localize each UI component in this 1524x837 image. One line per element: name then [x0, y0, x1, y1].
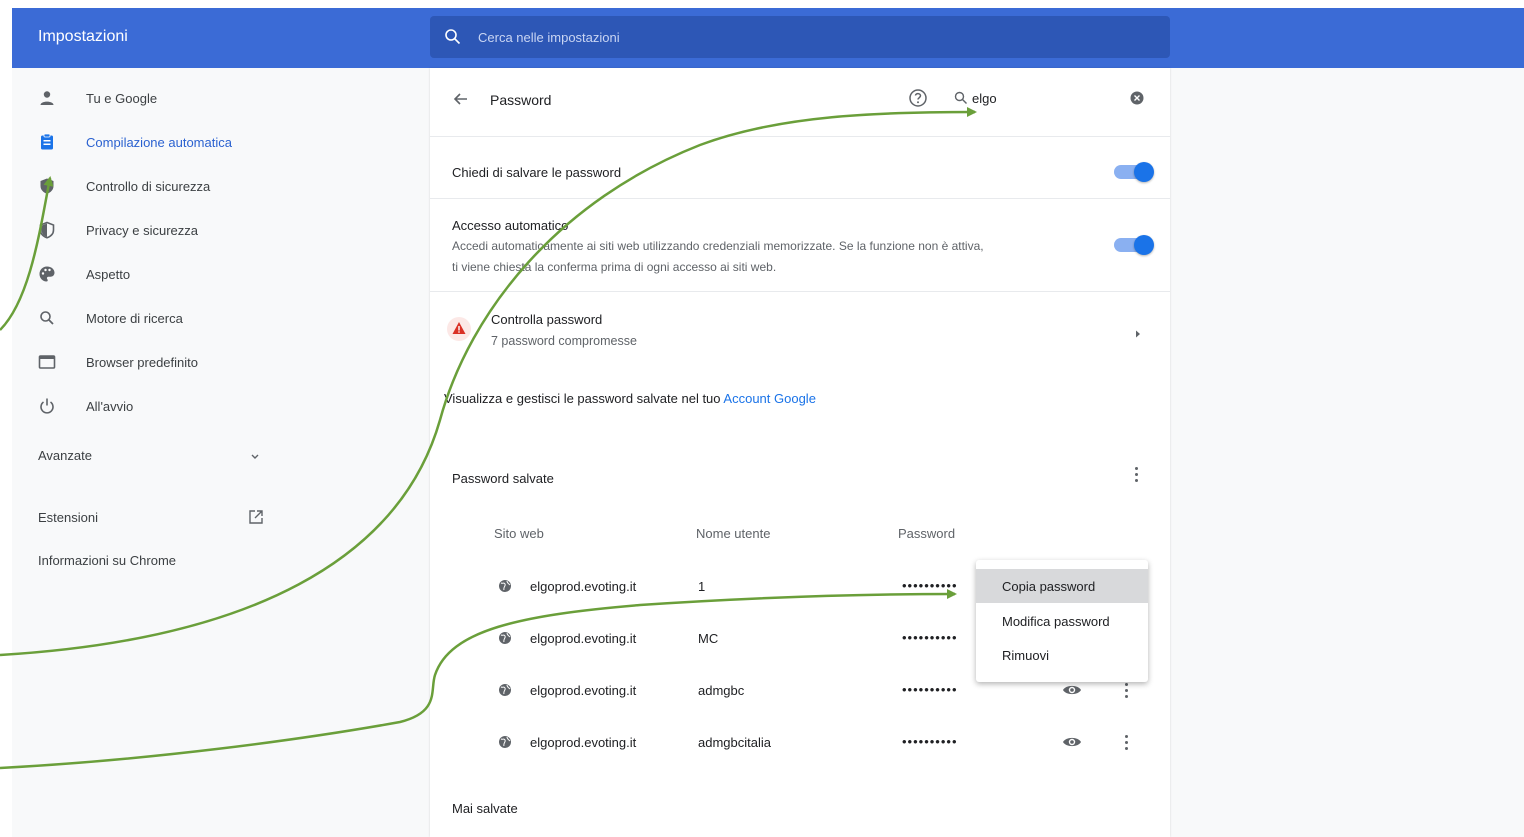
check-passwords-title: Controlla password [491, 312, 603, 327]
sidebar-item-label: All'avvio [86, 398, 134, 414]
globe-icon [499, 632, 511, 644]
password-cell: •••••••••• [902, 682, 958, 697]
globe-icon [499, 736, 511, 748]
open-in-new-icon[interactable] [248, 509, 264, 525]
divider [430, 136, 1170, 137]
column-header-site: Sito web [494, 526, 544, 541]
settings-search-input[interactable] [478, 26, 1138, 48]
settings-window: Impostazioni Tu e Google Compila [12, 8, 1524, 837]
globe-icon [499, 580, 511, 592]
search-icon [445, 29, 461, 45]
show-password-eye-icon[interactable] [1062, 683, 1082, 697]
auto-signin-toggle[interactable] [1114, 235, 1154, 255]
sidebar-item-label: Privacy e sicurezza [86, 222, 198, 238]
password-search-field[interactable]: elgo [972, 91, 997, 106]
password-cell: •••••••••• [902, 734, 958, 749]
sidebar-item-search-engine[interactable]: Motore di ricerca [12, 298, 302, 338]
site-link[interactable]: elgoprod.evoting.it [530, 579, 636, 594]
chevron-down-icon[interactable] [250, 453, 260, 461]
shield-icon [40, 178, 54, 194]
search-icon [954, 91, 967, 104]
sidebar-item-safety-check[interactable]: Controllo di sicurezza [12, 166, 302, 206]
sidebar-extensions[interactable]: Estensioni [38, 510, 98, 525]
manage-passwords-text: Visualizza e gestisci le password salvat… [444, 391, 816, 406]
offer-to-save-label: Chiedi di salvare le password [452, 165, 622, 180]
toggle-knob [1134, 162, 1154, 182]
username-cell: MC [698, 631, 719, 646]
username-cell: admgbc [698, 683, 745, 698]
clear-search-icon[interactable] [1130, 91, 1144, 105]
check-passwords-subtitle: 7 password compromesse [491, 334, 637, 348]
never-saved-title: Mai salvate [452, 801, 518, 816]
settings-search-box[interactable] [430, 16, 1170, 58]
browser-window-icon [38, 355, 56, 369]
table-row: elgoprod.evoting.it admgbcitalia •••••••… [430, 718, 1170, 770]
power-icon [40, 398, 54, 414]
sidebar-item-default-browser[interactable]: Browser predefinito [12, 342, 302, 382]
auto-signin-description-2: ti viene chiesta la conferma prima di og… [452, 260, 777, 274]
saved-passwords-menu-icon[interactable] [1130, 464, 1142, 486]
row-menu-icon[interactable] [1120, 732, 1132, 754]
privacy-shield-icon [39, 221, 55, 239]
menu-item-label: Modifica password [1002, 614, 1110, 629]
menu-item-copy-password[interactable]: Copia password [976, 569, 1148, 603]
password-settings-panel: Password elgo Chiedi di salvare le passw… [430, 68, 1170, 837]
sidebar-about-chrome[interactable]: Informazioni su Chrome [38, 553, 176, 568]
sidebar-item-on-startup[interactable]: All'avvio [12, 386, 302, 426]
auto-signin-description: Accedi automaticamente ai siti web utili… [452, 239, 984, 253]
sidebar-item-label: Browser predefinito [86, 354, 198, 370]
saved-passwords-title: Password salvate [452, 471, 554, 486]
sidebar-item-label: Controllo di sicurezza [86, 178, 211, 194]
sidebar-item-appearance[interactable]: Aspetto [12, 254, 302, 294]
chevron-right-icon[interactable] [1134, 329, 1142, 339]
sidebar-item-label: Tu e Google [86, 90, 158, 106]
auto-signin-title: Accesso automatico [452, 218, 569, 233]
menu-item-label: Copia password [1002, 579, 1096, 594]
divider [430, 198, 1170, 199]
username-cell: admgbcitalia [698, 735, 771, 750]
globe-icon [499, 684, 511, 696]
offer-to-save-toggle[interactable] [1114, 162, 1154, 182]
person-icon [40, 91, 54, 105]
check-passwords-row[interactable]: Controlla password 7 password compromess… [442, 312, 1002, 356]
clipboard-icon [41, 133, 53, 150]
help-icon[interactable] [908, 88, 928, 108]
divider [430, 291, 1170, 292]
sidebar-item-label: Compilazione automatica [86, 134, 232, 150]
palette-icon [39, 266, 55, 282]
row-menu-icon[interactable] [1120, 680, 1132, 702]
menu-item-edit-password[interactable]: Modifica password [976, 604, 1148, 638]
site-link[interactable]: elgoprod.evoting.it [530, 631, 636, 646]
header-bar: Impostazioni [12, 8, 1524, 68]
column-header-username: Nome utente [696, 526, 771, 541]
site-link[interactable]: elgoprod.evoting.it [530, 683, 636, 698]
password-cell: •••••••••• [902, 630, 958, 645]
password-context-menu: Copia password Modifica password Rimuovi [976, 560, 1148, 682]
sidebar-item-privacy[interactable]: Privacy e sicurezza [12, 210, 302, 250]
menu-item-remove[interactable]: Rimuovi [976, 638, 1148, 672]
sidebar-item-autofill[interactable]: Compilazione automatica [12, 122, 302, 162]
sidebar-item-you-and-google[interactable]: Tu e Google [12, 78, 302, 118]
menu-item-label: Rimuovi [1002, 648, 1049, 663]
toggle-knob [1134, 235, 1154, 255]
google-account-link[interactable]: Account Google [723, 391, 816, 406]
show-password-eye-icon[interactable] [1062, 735, 1082, 749]
password-cell: •••••••••• [902, 578, 958, 593]
search-icon [40, 311, 54, 325]
app-title: Impostazioni [38, 28, 128, 45]
column-header-password: Password [898, 526, 956, 541]
manage-passwords-sentence: Visualizza e gestisci le password salvat… [444, 391, 724, 406]
sidebar-item-label: Motore di ricerca [86, 310, 183, 326]
site-link[interactable]: elgoprod.evoting.it [530, 735, 636, 750]
sidebar-advanced[interactable]: Avanzate [38, 448, 92, 463]
back-arrow-icon[interactable] [452, 90, 470, 108]
username-cell: 1 [698, 579, 706, 594]
sidebar-item-label: Aspetto [86, 266, 131, 282]
page-title: Password [490, 92, 552, 108]
warning-icon [447, 317, 471, 341]
